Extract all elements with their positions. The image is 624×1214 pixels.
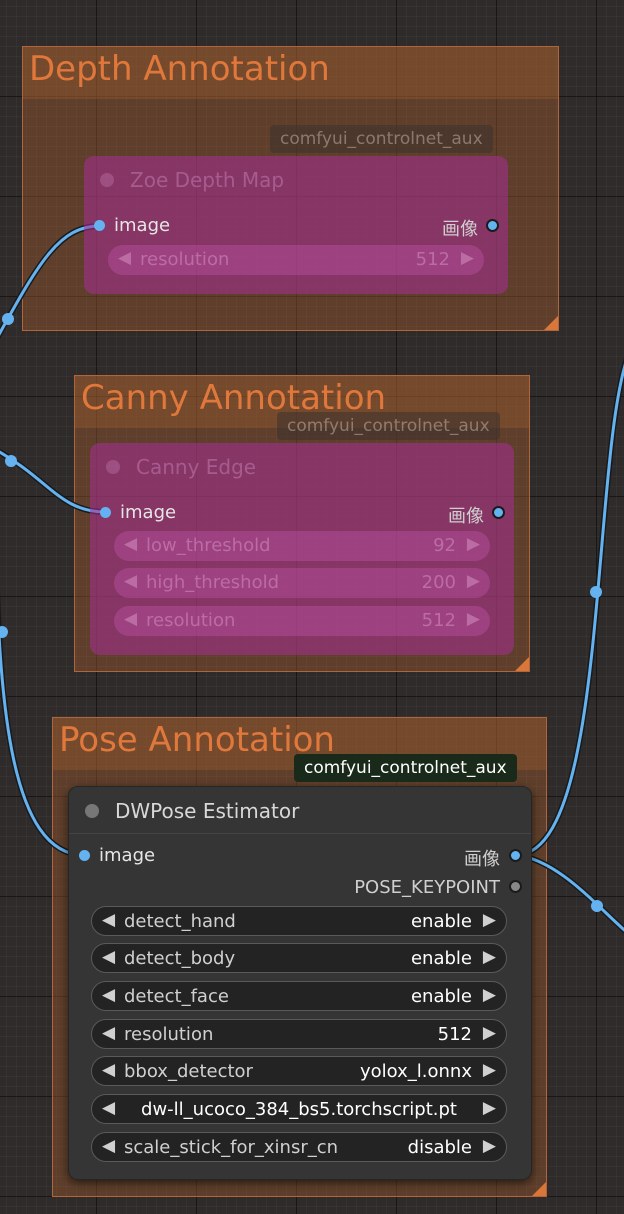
widget-label: scale_stick_for_xinsr_cn	[124, 1137, 339, 1158]
increment-arrow-icon[interactable]: ▶	[483, 1098, 496, 1118]
widget-bbox-detector[interactable]: ◀ bbox_detector yolox_l.onnx ▶	[91, 1056, 507, 1086]
widget-value: 512	[421, 610, 456, 631]
wire-midpoint-handle	[0, 626, 8, 638]
wire-midpoint-handle	[2, 313, 14, 325]
collapse-dot-icon[interactable]	[85, 804, 99, 818]
node-source-badge: comfyui_controlnet_aux	[294, 754, 517, 782]
output-slot-dot-icon[interactable]	[509, 849, 522, 862]
widget-low-threshold[interactable]: ◀ low_threshold 92 ▶	[114, 531, 490, 561]
widget-detect-body[interactable]: ◀ detect_body enable ▶	[91, 943, 507, 973]
widget-resolution[interactable]: ◀ resolution 512 ▶	[108, 245, 484, 275]
widget-value: 200	[421, 572, 456, 593]
widget-label: detect_face	[124, 986, 229, 1007]
widget-value: 512	[415, 249, 450, 270]
increment-arrow-icon[interactable]: ▶	[467, 534, 480, 554]
input-slot-dot-icon[interactable]	[100, 507, 111, 518]
widget-resolution[interactable]: ◀ resolution 512 ▶	[114, 606, 490, 636]
widget-value: enable	[410, 911, 472, 932]
widget-label: resolution	[146, 610, 236, 631]
output-slot-dot-icon[interactable]	[492, 506, 505, 519]
wire-midpoint-handle	[591, 900, 603, 912]
increment-arrow-icon[interactable]: ▶	[483, 985, 496, 1005]
widget-label: resolution	[140, 249, 230, 270]
widget-value: disable	[407, 1137, 472, 1158]
increment-arrow-icon[interactable]: ▶	[483, 1060, 496, 1080]
node-title: Zoe Depth Map	[130, 168, 285, 192]
title-divider	[69, 833, 531, 834]
resize-handle-icon[interactable]	[515, 657, 529, 671]
collapse-dot-icon[interactable]	[106, 460, 120, 474]
increment-arrow-icon[interactable]: ▶	[461, 248, 474, 268]
widget-resolution[interactable]: ◀ resolution 512 ▶	[91, 1019, 507, 1049]
decrement-arrow-icon[interactable]: ◀	[102, 910, 115, 930]
widget-value: yolox_l.onnx	[360, 1061, 472, 1082]
wire-midpoint-handle	[5, 455, 17, 467]
decrement-arrow-icon[interactable]: ◀	[102, 1136, 115, 1156]
node-title: DWPose Estimator	[115, 799, 300, 823]
decrement-arrow-icon[interactable]: ◀	[102, 1060, 115, 1080]
input-slot-label: image	[120, 502, 177, 523]
increment-arrow-icon[interactable]: ▶	[483, 1023, 496, 1043]
widget-label: high_threshold	[146, 572, 280, 593]
resize-handle-icon[interactable]	[544, 316, 558, 330]
widget-value: 92	[433, 535, 456, 556]
input-slot-dot-icon[interactable]	[79, 850, 90, 861]
widget-value: enable	[410, 948, 472, 969]
input-slot-dot-icon[interactable]	[94, 220, 105, 231]
widget-value: 512	[437, 1024, 472, 1045]
increment-arrow-icon[interactable]: ▶	[483, 947, 496, 967]
decrement-arrow-icon[interactable]: ◀	[118, 248, 131, 268]
widget-label: low_threshold	[146, 535, 271, 556]
node-title: Canny Edge	[136, 455, 257, 479]
resize-handle-icon[interactable]	[532, 1182, 546, 1196]
decrement-arrow-icon[interactable]: ◀	[102, 947, 115, 967]
group-title: Depth Annotation	[29, 49, 330, 89]
decrement-arrow-icon[interactable]: ◀	[102, 985, 115, 1005]
widget-value: enable	[410, 986, 472, 1007]
increment-arrow-icon[interactable]: ▶	[483, 910, 496, 930]
decrement-arrow-icon[interactable]: ◀	[124, 609, 137, 629]
widget-pose-estimator[interactable]: ◀ dw-ll_ucoco_384_bs5.torchscript.pt ▶	[91, 1094, 507, 1124]
output-slot-label: 画像	[464, 849, 500, 870]
widget-detect-face[interactable]: ◀ detect_face enable ▶	[91, 981, 507, 1011]
decrement-arrow-icon[interactable]: ◀	[124, 534, 137, 554]
widget-label: bbox_detector	[124, 1061, 253, 1082]
widget-scale-stick-for-xinsr-cn[interactable]: ◀ scale_stick_for_xinsr_cn disable ▶	[91, 1132, 507, 1162]
widget-high-threshold[interactable]: ◀ high_threshold 200 ▶	[114, 568, 490, 598]
widget-label: detect_hand	[124, 911, 236, 932]
increment-arrow-icon[interactable]: ▶	[467, 571, 480, 591]
wire-midpoint-handle	[590, 586, 602, 598]
node-zoe-depth-map[interactable]: Zoe Depth Map image 画像 ◀ resolution 512 …	[84, 156, 508, 294]
decrement-arrow-icon[interactable]: ◀	[102, 1023, 115, 1043]
node-dwpose-estimator[interactable]: DWPose Estimator image 画像 POSE_KEYPOINT …	[68, 786, 532, 1180]
output-slot-label: 画像	[442, 219, 478, 240]
node-source-badge: comfyui_controlnet_aux	[270, 125, 493, 153]
node-canny-edge[interactable]: Canny Edge image 画像 ◀ low_threshold 92 ▶…	[90, 443, 514, 655]
output-slot-label: POSE_KEYPOINT	[354, 877, 500, 898]
increment-arrow-icon[interactable]: ▶	[467, 609, 480, 629]
decrement-arrow-icon[interactable]: ◀	[124, 571, 137, 591]
widget-label: resolution	[124, 1024, 214, 1045]
widget-detect-hand[interactable]: ◀ detect_hand enable ▶	[91, 906, 507, 936]
node-source-badge: comfyui_controlnet_aux	[277, 412, 500, 440]
input-slot-label: image	[99, 845, 156, 866]
group-title: Pose Annotation	[59, 720, 335, 760]
widget-value: dw-ll_ucoco_384_bs5.torchscript.pt	[141, 1099, 457, 1120]
collapse-dot-icon[interactable]	[100, 173, 114, 187]
output-slot-dot-icon[interactable]	[486, 219, 499, 232]
output-slot-dot-icon[interactable]	[509, 880, 522, 893]
input-slot-label: image	[114, 215, 171, 236]
widget-label: detect_body	[124, 948, 236, 969]
output-slot-label: 画像	[448, 506, 484, 527]
increment-arrow-icon[interactable]: ▶	[483, 1136, 496, 1156]
